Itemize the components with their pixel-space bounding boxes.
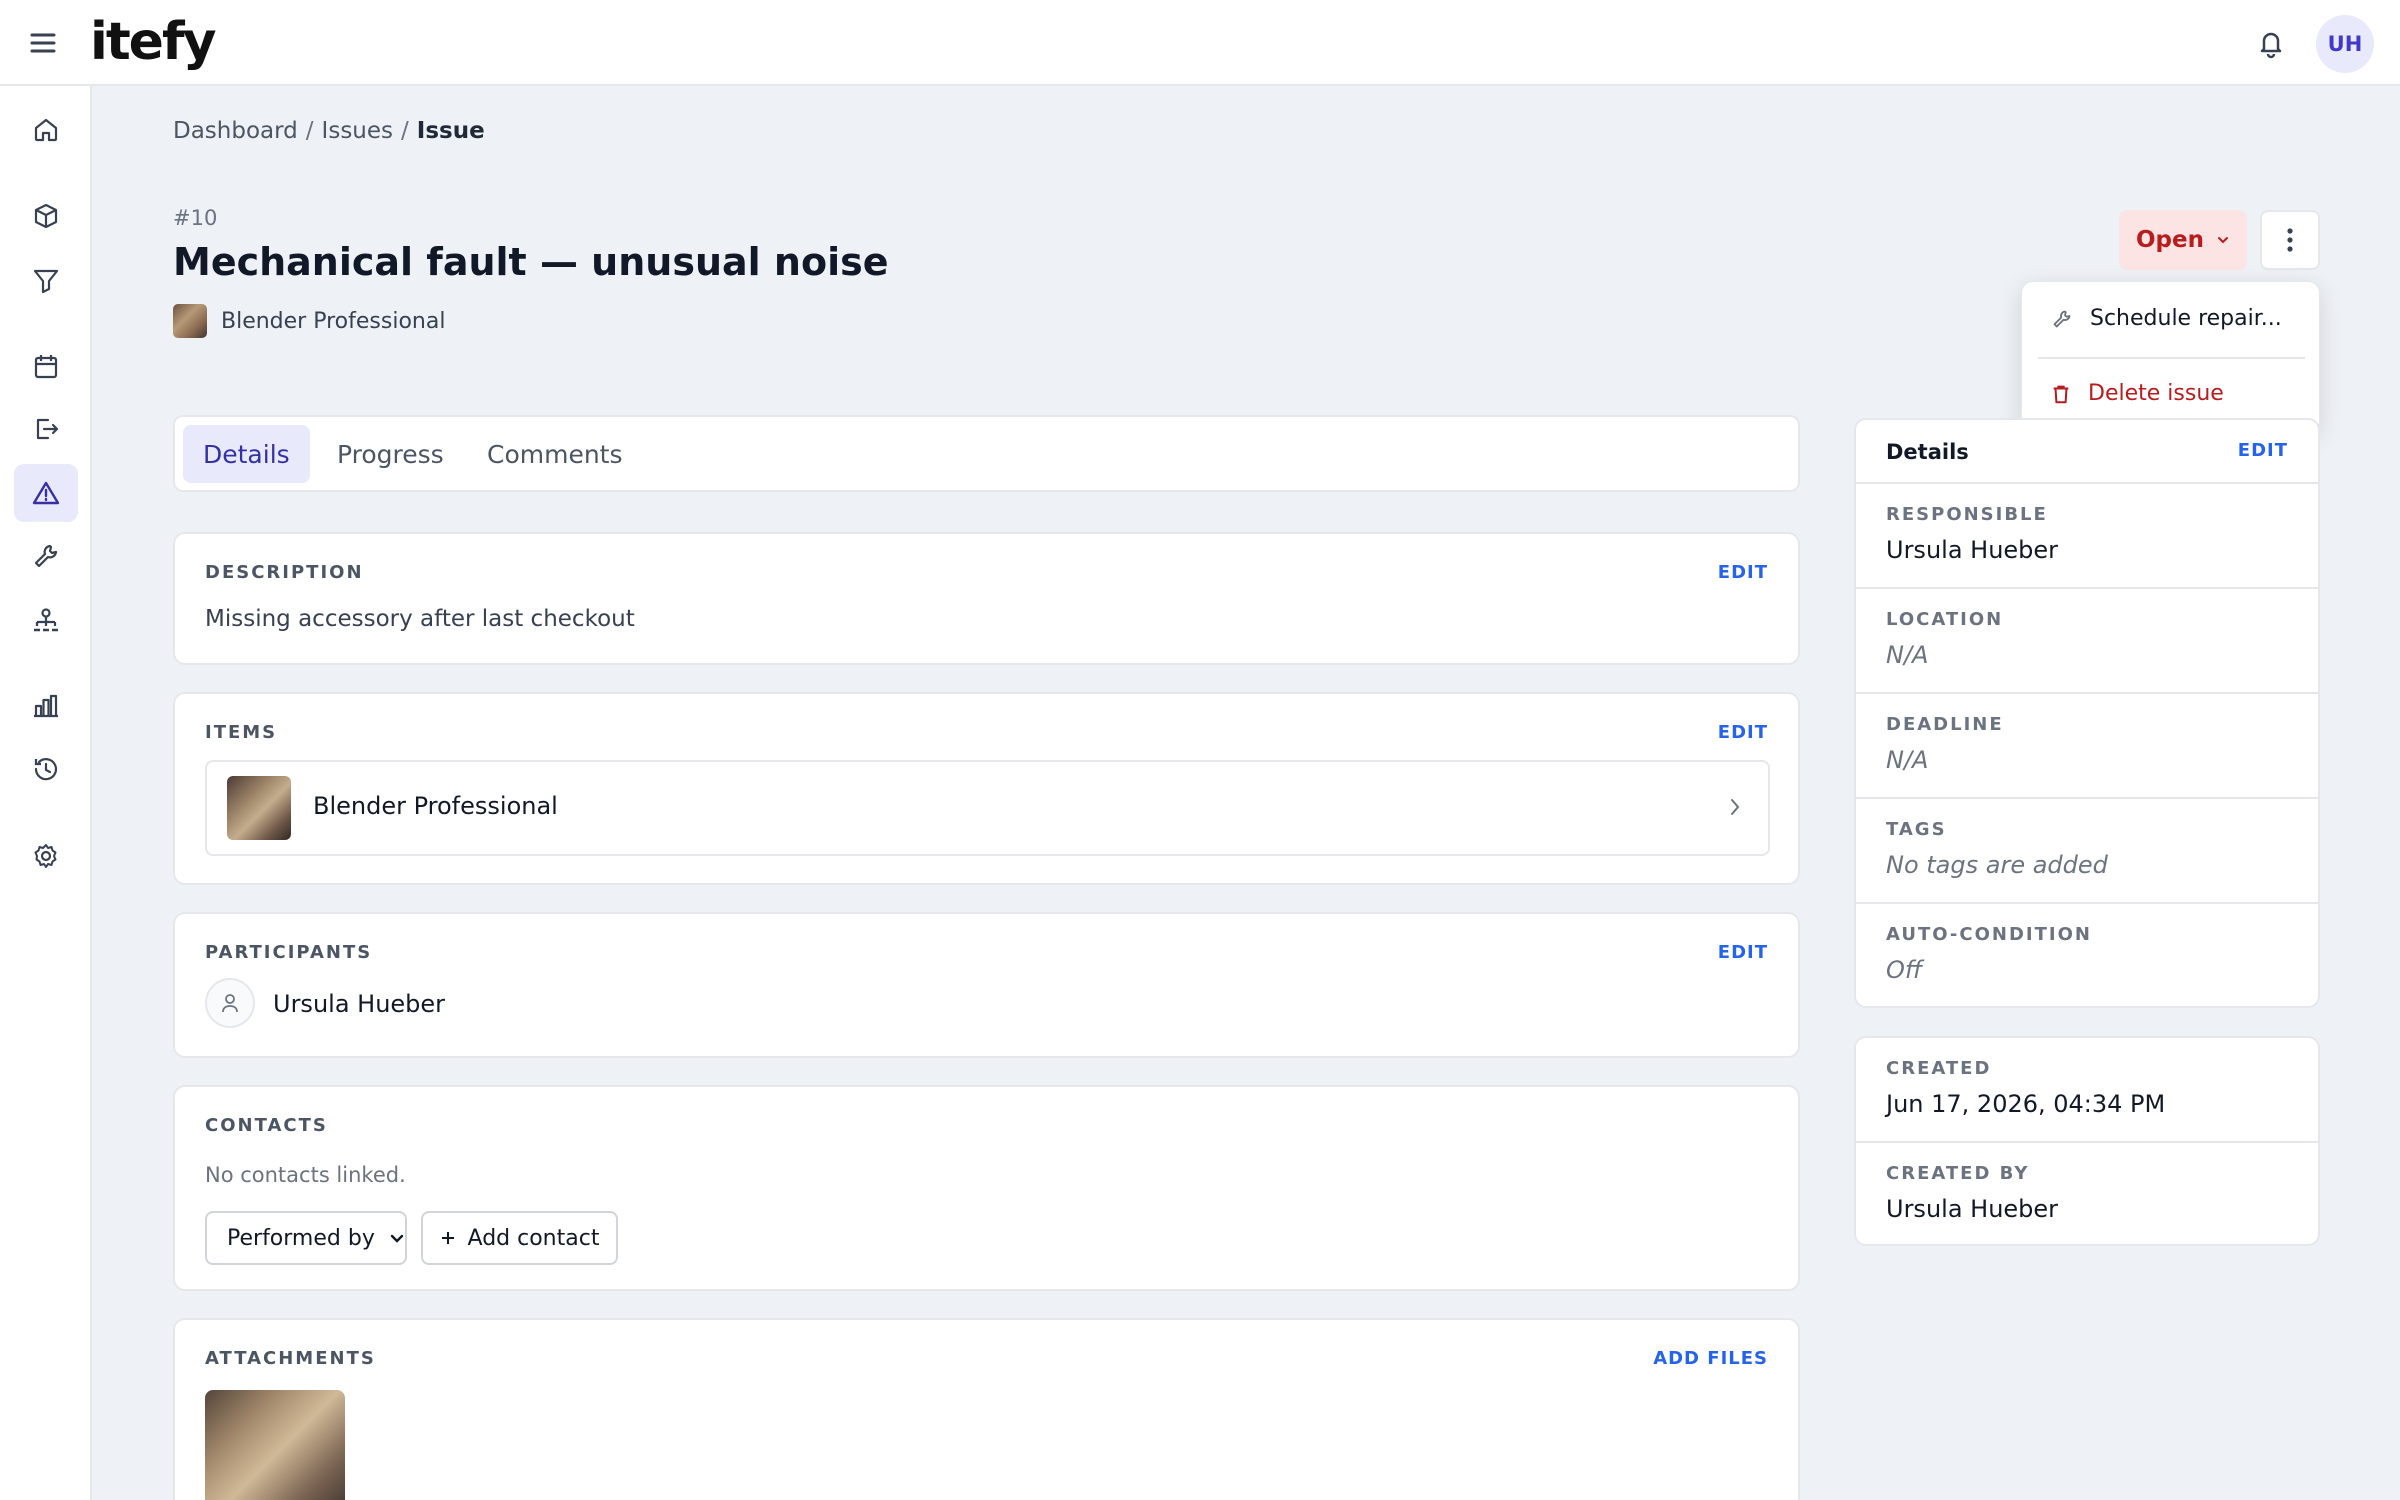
participants-card: PARTICIPANTS EDIT Ursula Hueber [173,912,1800,1058]
warning-icon[interactable] [14,464,78,522]
menu-item-label: Schedule repair... [2090,306,2282,331]
breadcrumb-issues[interactable]: Issues [322,118,393,144]
wrench-icon [2053,310,2071,327]
description-text: Missing accessory after last checkout [205,606,635,632]
options-menu: Schedule repair... Delete issue [2021,281,2320,433]
card-label: PARTICIPANTS [205,942,373,963]
detail-row-responsible: RESPONSIBLE Ursula Hueber [1856,482,2318,587]
menu-item-delete-issue[interactable]: Delete issue [2050,381,2224,406]
breadcrumb: Dashboard / Issues / Issue [173,118,485,144]
select-value: Performed by [227,1225,375,1251]
attachments-card: ATTACHMENTS ADD FILES [173,1318,1800,1500]
page-title: Mechanical fault — unusual noise [173,240,889,284]
gear-icon[interactable] [14,827,78,885]
history-icon[interactable] [14,740,78,798]
detail-value: No tags are added [1886,851,2108,879]
hamburger-icon[interactable] [26,26,60,60]
tab-bar: Details Progress Comments [173,415,1800,492]
bell-icon[interactable] [2254,26,2288,60]
detail-label: RESPONSIBLE [1886,504,2048,525]
wrench-icon[interactable] [14,527,78,585]
top-bar: itefy UH [0,0,2400,86]
detail-label: LOCATION [1886,609,2004,630]
button-label: Add contact [467,1225,600,1251]
bar-chart-icon[interactable] [14,677,78,735]
home-icon[interactable] [14,101,78,159]
item-name: Blender Professional [313,792,558,820]
item-thumbnail [227,776,291,840]
meta-value: Jun 17, 2026, 04:34 PM [1886,1090,2166,1118]
details-panel: Details EDIT RESPONSIBLE Ursula Hueber L… [1854,418,2320,1008]
box-icon[interactable] [14,187,78,245]
detail-label: AUTO-CONDITION [1886,924,2092,945]
detail-value: Off [1886,956,1923,984]
participant-avatar [205,978,255,1028]
kebab-icon [2287,228,2293,252]
checkout-icon[interactable] [14,400,78,458]
status-dropdown-button[interactable]: Open [2119,210,2247,270]
tab-details[interactable]: Details [183,425,310,483]
meta-value: Ursula Hueber [1886,1195,2059,1223]
menu-divider [2038,357,2305,359]
detail-label: TAGS [1886,819,1947,840]
card-label: CONTACTS [205,1115,328,1136]
contacts-card: CONTACTS No contacts linked. Performed b… [173,1085,1800,1291]
calendar-icon[interactable] [14,337,78,395]
items-card: ITEMS EDIT Blender Professional [173,692,1800,885]
edit-description-button[interactable]: EDIT [1718,562,1768,583]
trash-icon [2053,385,2069,403]
user-icon [222,994,238,1013]
detail-row-tags: TAGS No tags are added [1856,797,2318,902]
breadcrumb-current: Issue [416,118,485,144]
card-label: ATTACHMENTS [205,1348,376,1369]
breadcrumb-dashboard[interactable]: Dashboard [173,118,298,144]
chevron-down-icon [390,1234,404,1243]
list-item[interactable]: Blender Professional [205,760,1770,856]
breadcrumb-separator: / [305,118,314,144]
filter-icon[interactable] [14,251,78,309]
detail-row-auto-condition: AUTO-CONDITION Off [1856,902,2318,1006]
add-files-button[interactable]: ADD FILES [1653,1348,1768,1369]
meta-label: CREATED BY [1886,1163,2030,1184]
detail-value: N/A [1886,746,1929,774]
edit-details-button[interactable]: EDIT [2238,440,2288,461]
detail-row-deadline: DEADLINE N/A [1856,692,2318,797]
panel-title: Details [1886,440,1969,464]
tab-progress[interactable]: Progress [317,425,464,483]
add-contact-button[interactable]: Add contact [421,1211,618,1265]
detail-value: N/A [1886,641,1929,669]
meta-label: CREATED [1886,1058,1992,1079]
chevron-down-icon [2218,237,2228,244]
contact-role-select[interactable]: Performed by [205,1211,407,1265]
card-label: DESCRIPTION [205,562,364,583]
card-label: ITEMS [205,722,278,743]
asset-thumbnail [173,304,207,338]
asset-name: Blender Professional [221,308,446,334]
chevron-right-icon [1731,799,1740,815]
tab-comments[interactable]: Comments [467,425,643,483]
meta-panel: CREATED Jun 17, 2026, 04:34 PM CREATED B… [1854,1036,2320,1246]
user-avatar[interactable]: UH [2316,15,2374,73]
participant-name: Ursula Hueber [273,990,446,1018]
plus-icon [441,1232,454,1244]
attachment-thumbnail[interactable] [205,1390,345,1500]
org-chart-icon[interactable] [14,591,78,649]
detail-row-location: LOCATION N/A [1856,587,2318,692]
menu-item-schedule-repair[interactable]: Schedule repair... [2050,306,2282,331]
meta-row-created-by: CREATED BY Ursula Hueber [1856,1141,2318,1244]
issue-number: #10 [173,206,218,230]
issue-asset[interactable]: Blender Professional [173,304,445,338]
more-options-button[interactable] [2260,210,2320,270]
description-card: DESCRIPTION EDIT Missing accessory after… [173,532,1800,665]
contacts-empty-text: No contacts linked. [205,1163,406,1187]
detail-label: DEADLINE [1886,714,2004,735]
app-logo[interactable]: itefy [90,6,216,78]
edit-items-button[interactable]: EDIT [1718,722,1768,743]
meta-row-created: CREATED Jun 17, 2026, 04:34 PM [1856,1038,2318,1141]
breadcrumb-separator: / [401,118,409,144]
menu-item-label: Delete issue [2088,381,2224,406]
edit-participants-button[interactable]: EDIT [1718,942,1768,963]
detail-value: Ursula Hueber [1886,536,2059,564]
status-label: Open [2136,227,2204,253]
